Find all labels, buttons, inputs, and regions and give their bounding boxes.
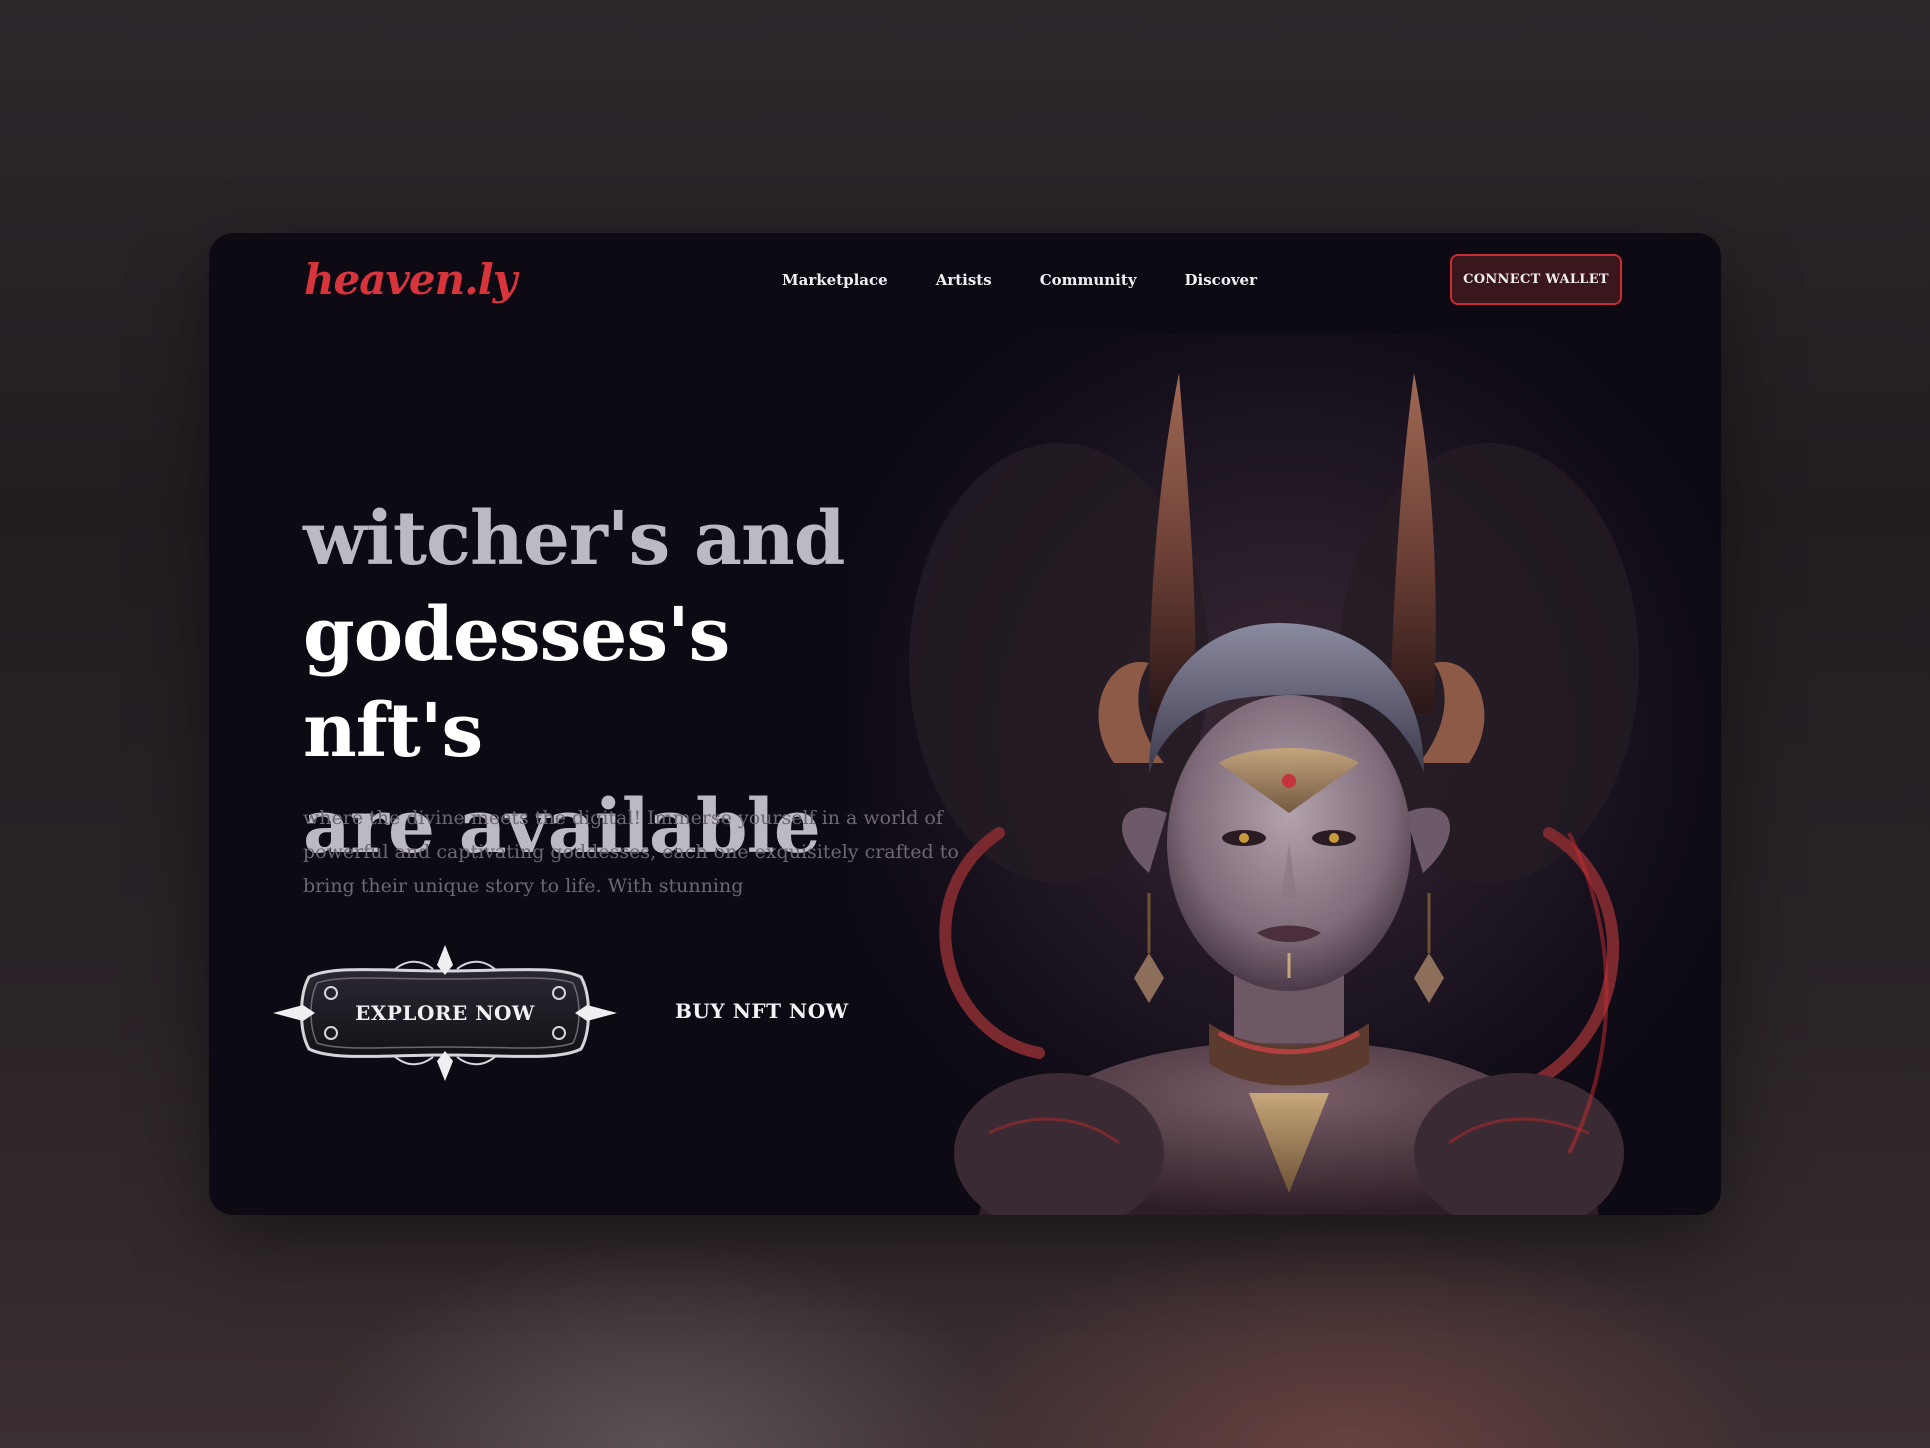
explore-now-label: EXPLORE NOW [355, 1001, 535, 1025]
nav-item-community[interactable]: Community [1040, 271, 1137, 289]
nav-item-artists[interactable]: Artists [936, 271, 992, 289]
headline-line-2: godesses's nft's [303, 592, 730, 774]
nav-item-marketplace[interactable]: Marketplace [782, 271, 888, 289]
connect-wallet-button[interactable]: CONNECT WALLET [1450, 254, 1622, 305]
nav-item-discover[interactable]: Discover [1185, 271, 1257, 289]
hero-card: heaven.ly Marketplace Artists Community … [209, 233, 1721, 1215]
main-nav: Marketplace Artists Community Discover [782, 271, 1257, 289]
explore-now-button[interactable]: EXPLORE NOW [273, 945, 617, 1081]
headline-line-1: witcher's and [303, 496, 846, 582]
buy-nft-now-link[interactable]: BUY NFT NOW [675, 999, 849, 1023]
brand-logo[interactable]: heaven.ly [304, 255, 517, 304]
hero-description: where the divine meets the digital! Imme… [303, 807, 959, 897]
goddess-illustration [849, 333, 1721, 1215]
